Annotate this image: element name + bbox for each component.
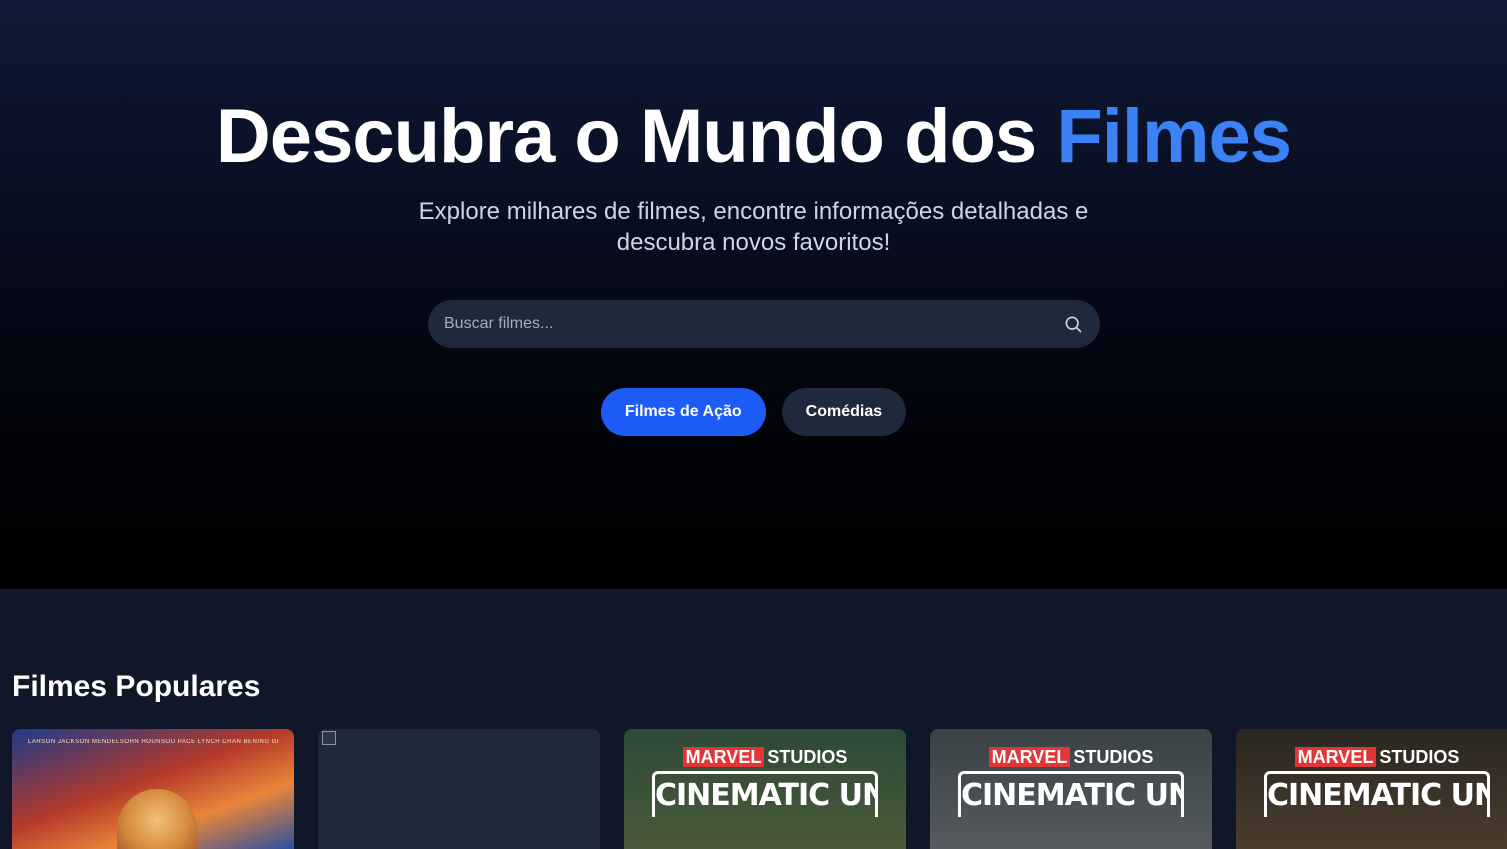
search-bar xyxy=(428,300,1100,348)
poster-figure xyxy=(117,789,197,849)
movie-card[interactable]: MARVELSTUDIOS CINEMATIC UNIVERSE xyxy=(930,729,1212,849)
marvel-logo: MARVEL xyxy=(682,747,765,767)
hero-title-main: Descubra o Mundo dos xyxy=(215,94,1057,179)
poster-credits: LARSON JACKSON MENDELSOHN HOUNSOU PACE L… xyxy=(28,739,278,745)
hero-section: Descubra o Mundo dos Filmes Explore milh… xyxy=(0,0,1507,589)
popular-movies-section: Filmes Populares LARSON JACKSON MENDELSO… xyxy=(0,589,1507,849)
category-comedy-button[interactable]: Comédias xyxy=(781,388,907,436)
hero-subtitle: Explore milhares de filmes, encontre inf… xyxy=(418,198,1089,256)
hero-title-accent: Filmes xyxy=(1056,94,1292,179)
poster-brand: MARVEL STUDIOS xyxy=(930,747,1212,768)
poster-title: CINEMATIC UNIVERSE xyxy=(1264,771,1490,817)
movie-carousel: LARSON JACKSON MENDELSOHN HOUNSOU PACE L… xyxy=(12,729,1507,849)
movie-card[interactable]: LARSON JACKSON MENDELSOHN HOUNSOU PACE L… xyxy=(12,729,294,849)
movie-card[interactable]: MARVELSTUDIOS CINEMATIC UNIVERSE xyxy=(1236,729,1507,849)
movie-card[interactable] xyxy=(318,729,600,849)
hero-title: Descubra o Mundo dos Filmes xyxy=(0,95,1507,179)
category-filters: Filmes de Ação Comédias xyxy=(0,388,1507,436)
marvel-logo: MARVEL xyxy=(1294,747,1377,767)
movie-card[interactable]: MARVELSTUDIOS CINEMATIC UNIVERSE xyxy=(624,729,906,849)
search-input[interactable] xyxy=(444,315,1062,333)
studios-label: STUDIOS xyxy=(1379,747,1460,767)
poster-brand: MARVEL STUDIOS xyxy=(624,747,906,768)
poster-brand: MARVEL STUDIOS xyxy=(1236,747,1507,768)
poster-title: CINEMATIC UNIVERSE xyxy=(958,771,1184,817)
broken-image-icon xyxy=(322,731,336,745)
poster-title: CINEMATIC UNIVERSE xyxy=(652,771,878,817)
marvel-logo: MARVEL xyxy=(988,747,1071,767)
category-action-button[interactable]: Filmes de Ação xyxy=(600,388,766,436)
search-icon[interactable] xyxy=(1062,313,1084,335)
section-title: Filmes Populares xyxy=(12,670,261,703)
studios-label: STUDIOS xyxy=(767,747,848,767)
studios-label: STUDIOS xyxy=(1073,747,1154,767)
